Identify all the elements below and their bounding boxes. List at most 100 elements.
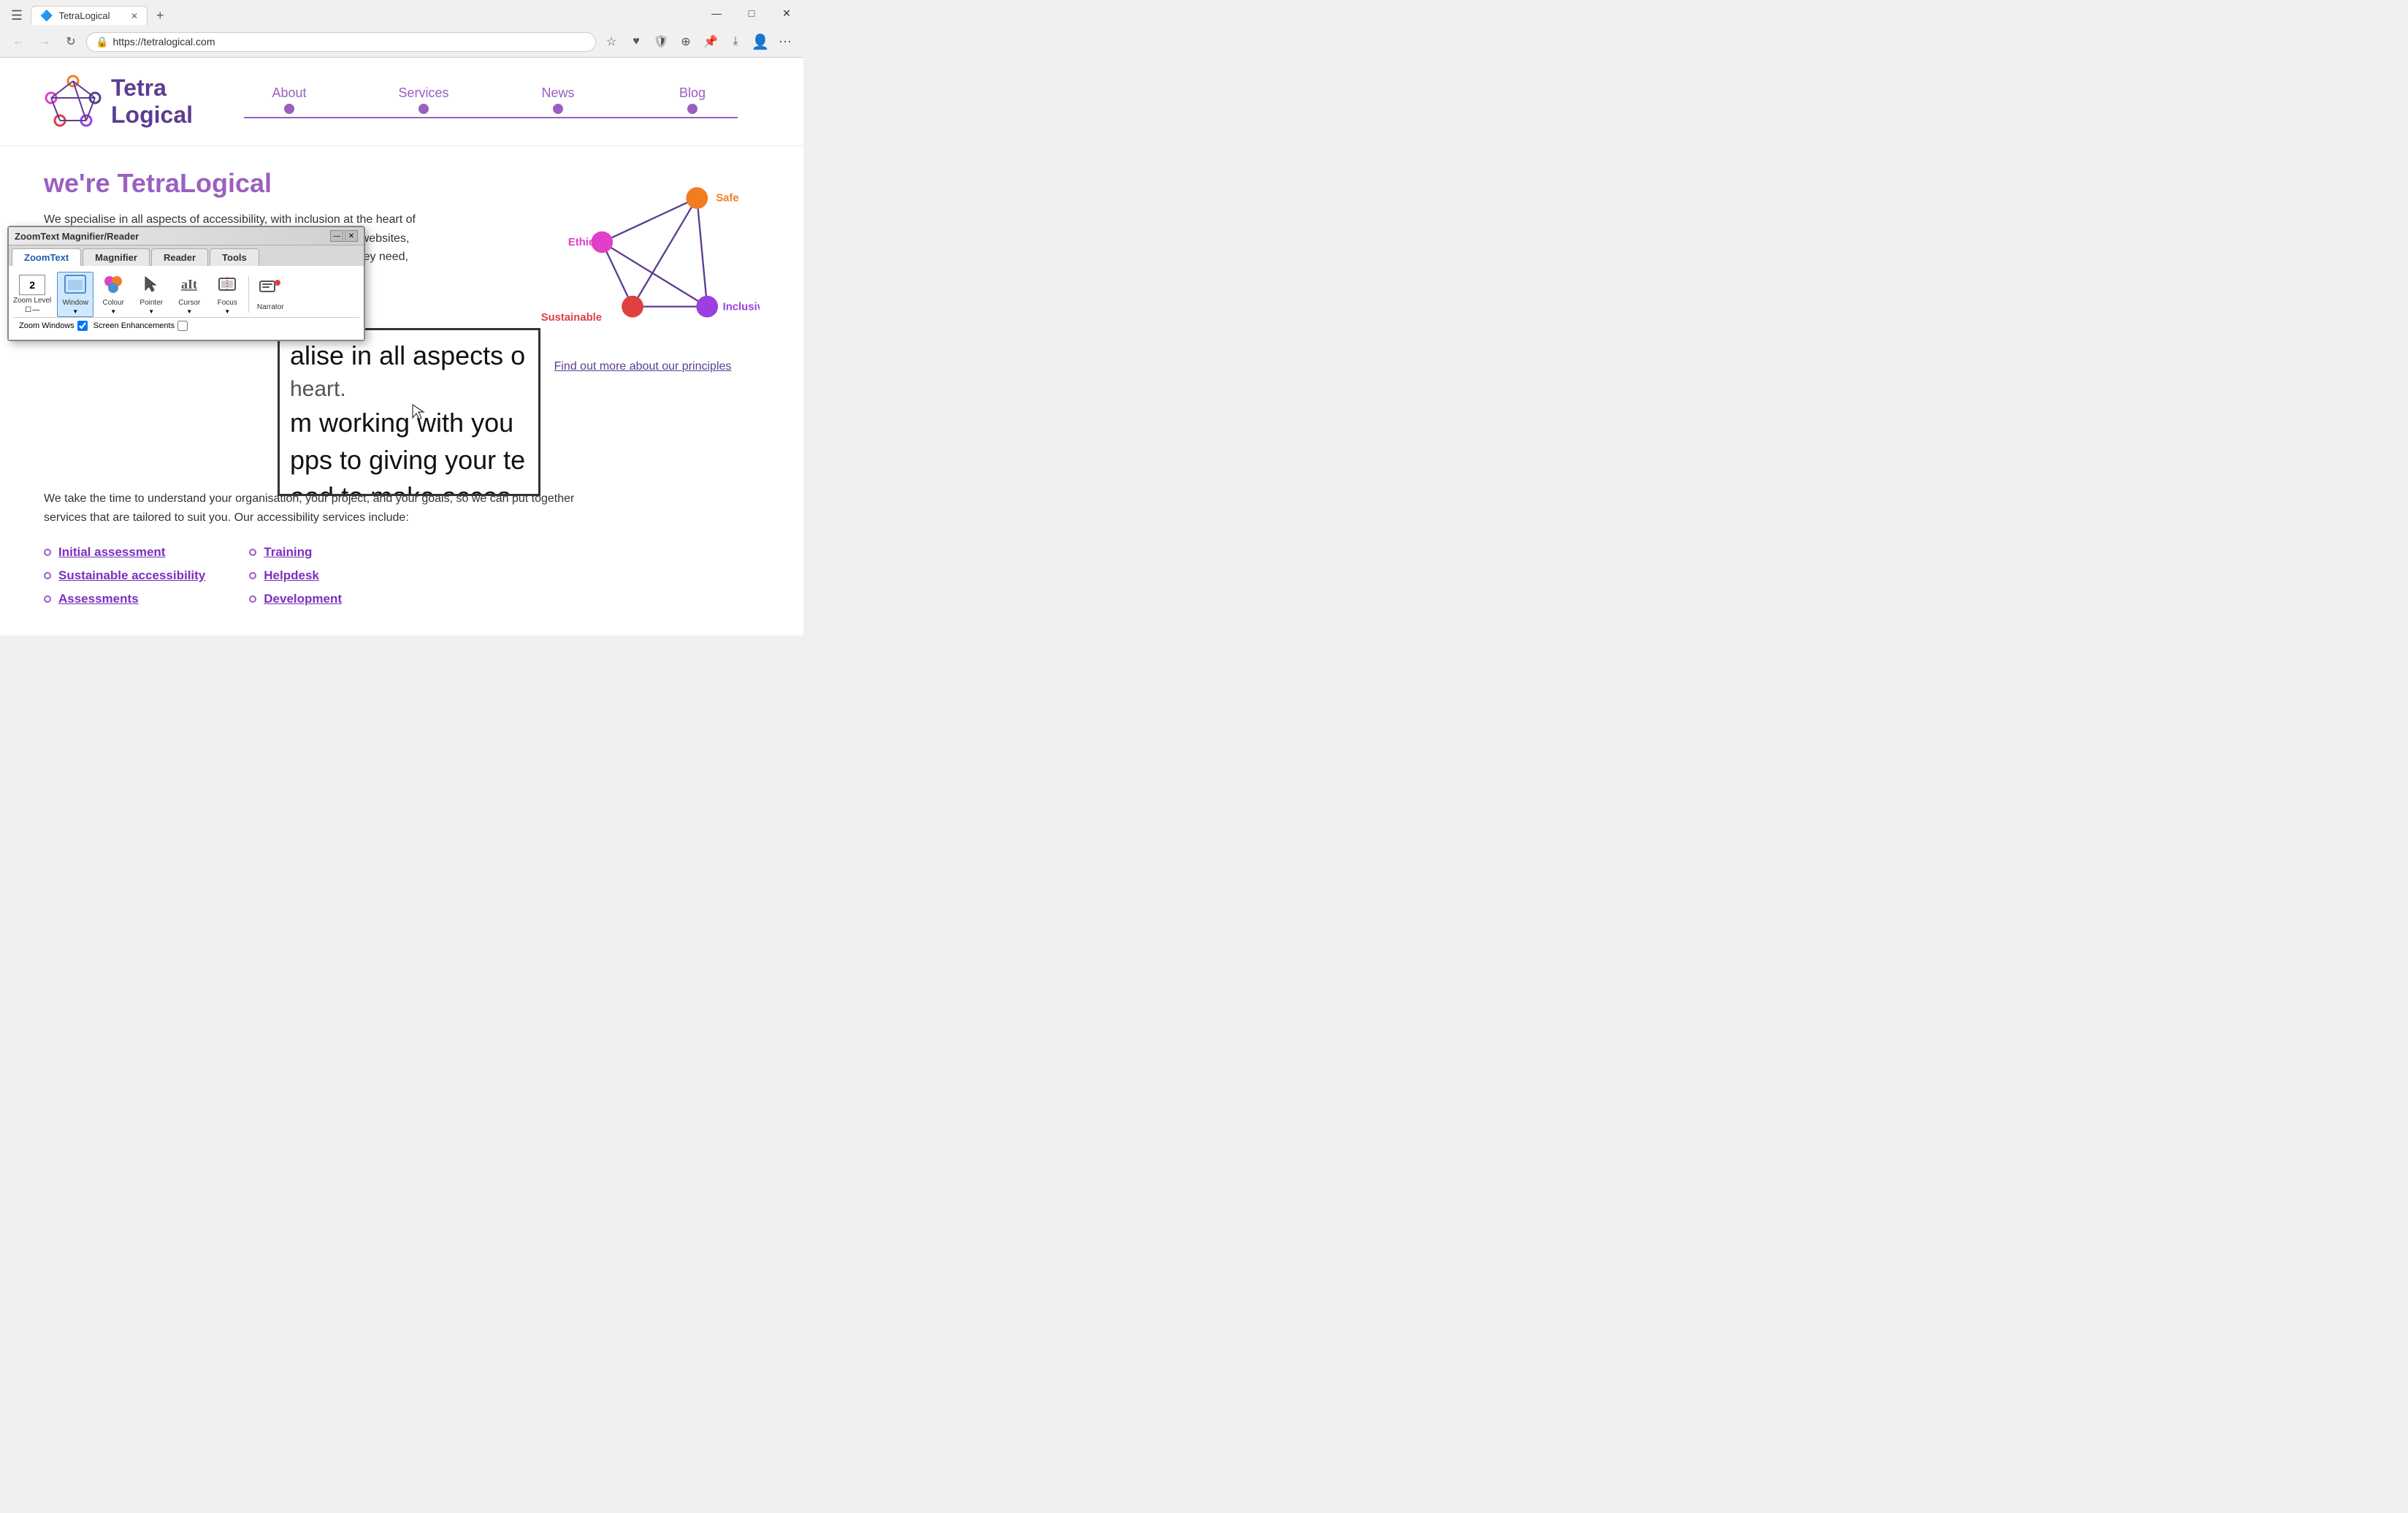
back-button[interactable]: ← xyxy=(7,31,29,53)
zoom-windows-checkbox[interactable] xyxy=(77,321,88,331)
site-navigation: About Services News Blog xyxy=(222,85,760,118)
browser-tab[interactable]: 🔷 TetraLogical ✕ xyxy=(31,6,148,25)
nav-dot-row: About Services News Blog xyxy=(222,85,760,118)
logo-area: Tetra Logical xyxy=(44,72,193,131)
service-link-sustainable[interactable]: Sustainable accessibility xyxy=(58,568,205,583)
pointer-tool-label: Pointer xyxy=(139,299,163,307)
screen-enhancements-label: Screen Enhancements xyxy=(93,321,175,330)
service-link-assessments[interactable]: Assessments xyxy=(58,592,139,606)
cursor-tool-icon: aIt xyxy=(178,274,200,297)
focus-tool-icon xyxy=(216,274,238,297)
nav-dot-blog xyxy=(687,104,697,114)
zoomtext-tabs: ZoomText Magnifier Reader Tools xyxy=(9,245,364,266)
nav-link-services[interactable]: Services xyxy=(399,85,449,101)
window-tool-button[interactable]: Window ▼ xyxy=(57,272,93,317)
nav-dot-news xyxy=(553,104,563,114)
pin-icon[interactable]: 📌 xyxy=(700,31,722,53)
screen-enhancements-checkbox[interactable] xyxy=(177,321,188,331)
tab-close-button[interactable]: ✕ xyxy=(131,11,138,21)
narrator-tool-button[interactable]: Narrator xyxy=(252,276,288,313)
cursor-tool-label: Cursor xyxy=(178,299,200,307)
sidebar-toggle-button[interactable]: ☰ xyxy=(6,4,28,26)
window-tool-label: Window xyxy=(62,299,88,307)
pointer-tool-button[interactable]: Pointer ▼ xyxy=(133,272,169,317)
principles-link[interactable]: Find out more about our principles xyxy=(554,360,732,373)
service-link-initial[interactable]: Initial assessment xyxy=(58,545,165,560)
extensions-icon[interactable]: ⊕ xyxy=(675,31,697,53)
nav-item-news[interactable]: News xyxy=(491,85,625,114)
profile-icon[interactable]: 👤 xyxy=(749,31,771,53)
svg-text:aIt: aIt xyxy=(181,277,197,291)
minimize-button[interactable]: — xyxy=(700,1,733,25)
nav-item-services[interactable]: Services xyxy=(356,85,491,114)
pointer-tool-icon xyxy=(141,274,161,297)
colour-tool-button[interactable]: Colour ▼ xyxy=(95,272,131,317)
service-bullet xyxy=(249,595,256,603)
zoom-dash-icon: — xyxy=(32,306,39,314)
diagram-label-sustainable: Sustainable xyxy=(541,312,602,324)
cursor-tool-dropdown[interactable]: ▼ xyxy=(186,308,192,315)
nav-link-news[interactable]: News xyxy=(542,85,575,101)
nav-dot-about xyxy=(284,104,294,114)
service-item-initial: Initial assessment xyxy=(44,545,205,560)
zoomtext-tab-tools[interactable]: Tools xyxy=(210,248,259,266)
zoomtext-tab-zoomtext[interactable]: ZoomText xyxy=(12,248,81,266)
zoomtext-tab-magnifier[interactable]: Magnifier xyxy=(83,248,150,266)
maximize-button[interactable]: □ xyxy=(735,1,768,25)
tab-title-text: TetraLogical xyxy=(58,10,110,21)
zoom-box-content: alise in all aspects o heart. m working … xyxy=(280,330,538,496)
nav-link-about[interactable]: About xyxy=(272,85,306,101)
address-bar[interactable]: 🔒 xyxy=(86,32,596,52)
zoom-level-input[interactable] xyxy=(19,275,45,295)
services-left-column: Initial assessment Sustainable accessibi… xyxy=(44,545,205,606)
menu-button[interactable]: ⋯ xyxy=(774,31,796,53)
url-input[interactable] xyxy=(112,36,586,47)
service-link-helpdesk[interactable]: Helpdesk xyxy=(264,568,319,583)
service-item-assessments: Assessments xyxy=(44,592,205,606)
narrator-tool-label: Narrator xyxy=(257,303,284,311)
site-header: Tetra Logical About Services News xyxy=(0,58,803,146)
service-item-development: Development xyxy=(249,592,342,606)
shield-icon[interactable]: 🛡 xyxy=(650,31,672,53)
zoomtext-close[interactable]: ✕ xyxy=(345,230,358,242)
nav-item-about[interactable]: About xyxy=(222,85,356,114)
logo-text: Tetra Logical xyxy=(111,75,193,129)
zoom-line-5: eed to make acces xyxy=(290,479,528,496)
nav-item-blog[interactable]: Blog xyxy=(625,85,760,114)
zoomtext-tab-reader[interactable]: Reader xyxy=(151,248,208,266)
browser-toolbar-icons: ☆ ♥ 🛡 ⊕ 📌 ⤓ 👤 ⋯ xyxy=(600,31,796,53)
service-link-development[interactable]: Development xyxy=(264,592,342,606)
services-right-column: Training Helpdesk Development xyxy=(249,545,342,606)
new-tab-button[interactable]: + xyxy=(150,5,170,26)
logo-tetra: Tetra xyxy=(111,75,193,102)
colour-tool-icon xyxy=(102,274,124,297)
window-tool-icon xyxy=(64,274,87,297)
nav-bar: ← → ↻ 🔒 ☆ ♥ 🛡 ⊕ 📌 ⤓ 👤 ⋯ xyxy=(0,26,803,57)
focus-tool-dropdown[interactable]: ▼ xyxy=(224,308,230,315)
download-icon[interactable]: ⤓ xyxy=(725,31,746,53)
colour-tool-dropdown[interactable]: ▼ xyxy=(110,308,116,315)
focus-tool-button[interactable]: Focus ▼ xyxy=(209,272,245,317)
zoom-level-control: Zoom Level ☐ — xyxy=(13,275,51,314)
zoomtext-minimize[interactable]: — xyxy=(330,230,343,242)
reload-button[interactable]: ↻ xyxy=(60,31,82,53)
zoom-checkbox-icon: ☐ xyxy=(25,306,31,314)
forward-button[interactable]: → xyxy=(34,31,56,53)
close-button[interactable]: ✕ xyxy=(770,1,803,25)
logo-svg xyxy=(44,72,102,131)
tab-favicon: 🔷 xyxy=(40,9,53,22)
diagram-label-inclusive: Inclusive xyxy=(723,301,760,313)
star-icon[interactable]: ☆ xyxy=(600,31,622,53)
services-list: Initial assessment Sustainable accessibi… xyxy=(44,545,760,606)
service-link-training[interactable]: Training xyxy=(264,545,312,560)
service-item-helpdesk: Helpdesk xyxy=(249,568,342,583)
window-tool-dropdown[interactable]: ▼ xyxy=(72,308,78,315)
heart-icon[interactable]: ♥ xyxy=(625,31,647,53)
browser-chrome: ☰ 🔷 TetraLogical ✕ + — □ ✕ ← → ↻ 🔒 ☆ ♥ 🛡 xyxy=(0,0,803,58)
colour-tool-label: Colour xyxy=(103,299,124,307)
screen-enhancements-control: Screen Enhancements xyxy=(93,321,188,331)
pointer-tool-dropdown[interactable]: ▼ xyxy=(148,308,154,315)
zoom-windows-control: Zoom Windows xyxy=(19,321,88,331)
nav-link-blog[interactable]: Blog xyxy=(679,85,706,101)
cursor-tool-button[interactable]: aIt Cursor ▼ xyxy=(171,272,207,317)
